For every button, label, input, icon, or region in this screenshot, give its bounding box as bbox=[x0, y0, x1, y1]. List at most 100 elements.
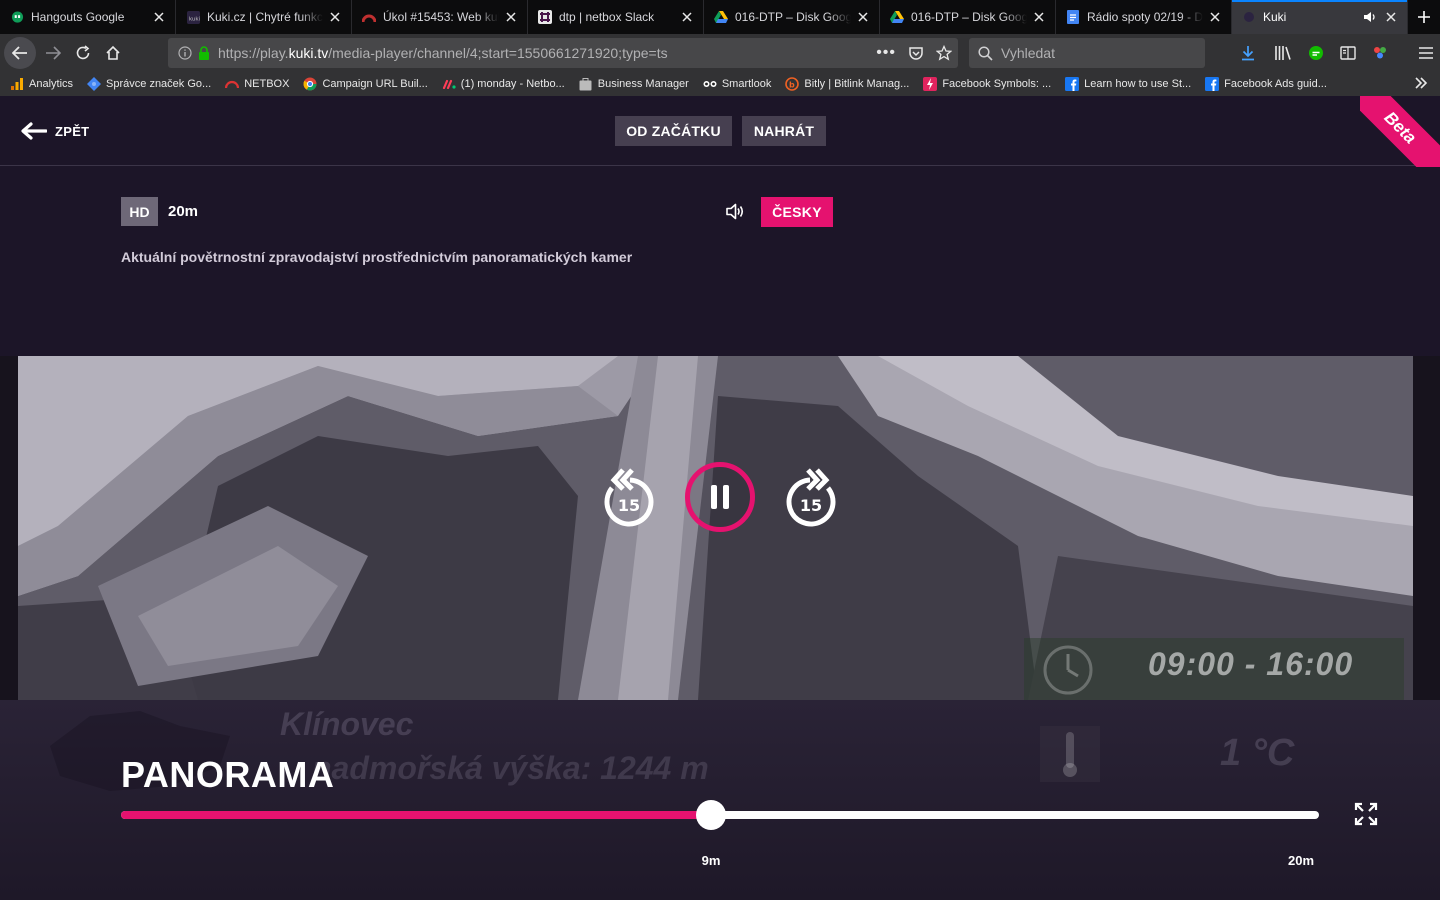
facebook-icon bbox=[1205, 77, 1220, 91]
fullscreen-icon bbox=[1354, 802, 1378, 826]
tab-drive-2[interactable]: 016-DTP – Disk Google bbox=[880, 0, 1056, 34]
close-icon[interactable] bbox=[503, 9, 519, 25]
progress-track[interactable] bbox=[121, 800, 1319, 830]
netbox-icon bbox=[225, 77, 240, 91]
tab-title: dtp | netbox Slack bbox=[559, 10, 655, 24]
facebook-icon bbox=[1065, 77, 1080, 91]
location-overlay: Klínovec bbox=[280, 706, 414, 742]
info-icon[interactable] bbox=[178, 46, 192, 60]
back-link[interactable]: ZPĚT bbox=[20, 122, 89, 140]
arrow-left-icon bbox=[12, 46, 27, 60]
hangouts-icon bbox=[10, 10, 24, 24]
progress-thumb[interactable] bbox=[696, 800, 726, 830]
skip-forward-button[interactable]: 15 bbox=[778, 460, 842, 532]
bookmark-star-icon[interactable] bbox=[936, 45, 952, 61]
more-actions-icon[interactable]: ••• bbox=[876, 44, 896, 62]
end-time: 20m bbox=[1288, 853, 1315, 868]
tab-hangouts[interactable]: Hangouts Google bbox=[0, 0, 176, 34]
reload-button[interactable] bbox=[68, 38, 98, 68]
download-icon[interactable] bbox=[1240, 45, 1256, 61]
tab-title: 016-DTP – Disk Google bbox=[911, 10, 1027, 24]
bookmark-campaign-url[interactable]: Campaign URL Buil... bbox=[303, 77, 428, 91]
extension-colors-icon[interactable] bbox=[1372, 45, 1388, 61]
plus-icon bbox=[1418, 11, 1430, 23]
language-button[interactable]: ČESKY bbox=[761, 197, 833, 227]
close-icon[interactable] bbox=[679, 9, 695, 25]
url-bar[interactable]: https://play.kuki.tv/media-player/channe… bbox=[168, 38, 958, 68]
pocket-icon[interactable] bbox=[908, 46, 924, 61]
bookmark-business-manager[interactable]: Business Manager bbox=[579, 77, 689, 91]
chrome-icon bbox=[303, 77, 317, 91]
fullscreen-button[interactable] bbox=[1354, 802, 1378, 831]
bookmark-bitly[interactable]: b Bitly | Bitlink Manag... bbox=[785, 77, 909, 91]
program-description: Aktuální povětrnostní zpravodajství pros… bbox=[121, 249, 633, 265]
bookmark-facebook-ads[interactable]: Facebook Ads guid... bbox=[1205, 77, 1327, 91]
url-prefix: https://play. bbox=[218, 45, 289, 61]
player-header: ZPĚT OD ZAČÁTKU NAHRÁT Beta bbox=[0, 96, 1440, 176]
new-tab-button[interactable] bbox=[1408, 0, 1440, 34]
bookmark-label: (1) monday - Netbo... bbox=[460, 78, 565, 90]
tab-redmine[interactable]: Úkol #15453: Web kuki bbox=[352, 0, 528, 34]
bookmark-label: Správce značek Go... bbox=[106, 78, 212, 90]
record-button[interactable]: NAHRÁT bbox=[742, 116, 826, 146]
skip-back-button[interactable]: 15 bbox=[598, 460, 662, 532]
from-start-button[interactable]: OD ZAČÁTKU bbox=[615, 116, 732, 146]
bookmark-learn-how[interactable]: Learn how to use St... bbox=[1065, 77, 1191, 91]
bookmark-label: Facebook Symbols: ... bbox=[942, 78, 1052, 90]
extension-chat-icon[interactable] bbox=[1308, 45, 1324, 61]
arrow-right-icon bbox=[46, 46, 61, 60]
home-icon bbox=[106, 45, 120, 60]
close-icon[interactable] bbox=[1031, 9, 1047, 25]
temperature-overlay: 1 °C bbox=[1220, 732, 1295, 774]
bookmark-analytics[interactable]: Analytics bbox=[10, 77, 73, 91]
bookmark-smartlook[interactable]: Smartlook bbox=[703, 77, 771, 91]
altitude-overlay: nadmořská výška: 1244 m bbox=[312, 750, 709, 786]
reader-view-icon[interactable] bbox=[1340, 46, 1356, 60]
skip-back-label: 15 bbox=[618, 496, 640, 515]
hd-badge: HD bbox=[121, 197, 158, 226]
bookmark-label: Analytics bbox=[29, 78, 74, 90]
kuki-icon: kuki bbox=[186, 10, 200, 24]
search-bar[interactable]: Vyhledat bbox=[969, 38, 1205, 68]
tab-docs[interactable]: Rádio spoty 02/19 - Dokumenty bbox=[1056, 0, 1232, 34]
url-host: kuki.tv bbox=[288, 45, 329, 61]
menu-hamburger-icon[interactable] bbox=[1418, 46, 1434, 60]
bookmarks-overflow-icon[interactable] bbox=[1414, 77, 1428, 89]
tab-drive-1[interactable]: 016-DTP – Disk Google bbox=[704, 0, 880, 34]
library-icon[interactable] bbox=[1274, 45, 1292, 61]
svg-text:kuki: kuki bbox=[188, 16, 199, 22]
forward-button[interactable] bbox=[38, 38, 68, 68]
monday-icon bbox=[442, 77, 456, 91]
close-icon[interactable] bbox=[1383, 9, 1399, 25]
back-button[interactable] bbox=[4, 37, 36, 69]
close-icon[interactable] bbox=[327, 9, 343, 25]
tab-title: Kuki bbox=[1263, 10, 1287, 24]
show-title: PANORAMA bbox=[121, 754, 335, 795]
close-icon[interactable] bbox=[151, 9, 167, 25]
clock-icon bbox=[1043, 645, 1093, 695]
speaker-icon[interactable] bbox=[1363, 11, 1379, 23]
bookmark-monday[interactable]: (1) monday - Netbo... bbox=[442, 77, 565, 91]
navigation-toolbar: https://play.kuki.tv/media-player/channe… bbox=[0, 34, 1440, 72]
search-icon bbox=[978, 45, 993, 61]
audio-icon bbox=[725, 203, 745, 225]
bookmark-tag-manager[interactable]: Správce značek Go... bbox=[87, 77, 211, 91]
bookmark-label: NETBOX bbox=[244, 78, 290, 90]
bookmark-label: Campaign URL Buil... bbox=[322, 78, 428, 90]
bookmark-netbox[interactable]: NETBOX bbox=[225, 77, 289, 91]
bookmark-facebook-symbols[interactable]: Facebook Symbols: ... bbox=[923, 77, 1051, 91]
tab-slack[interactable]: dtp | netbox Slack bbox=[528, 0, 704, 34]
tab-kuki-active[interactable]: Kuki bbox=[1232, 0, 1408, 34]
tab-title: 016-DTP – Disk Google bbox=[735, 10, 851, 24]
close-icon[interactable] bbox=[855, 9, 871, 25]
close-icon[interactable] bbox=[1207, 9, 1223, 25]
svg-text:b: b bbox=[789, 81, 795, 90]
video-player[interactable]: 09:00 - 16:00 Klínovec nadmořská výška: … bbox=[0, 356, 1440, 900]
tab-title: Kuki.cz | Chytré funkce bbox=[207, 10, 323, 24]
thermometer-icon bbox=[1040, 726, 1100, 782]
tab-kuki-cz[interactable]: kuki Kuki.cz | Chytré funkce bbox=[176, 0, 352, 34]
google-drive-icon bbox=[890, 10, 904, 24]
kuki-player-page: ZPĚT OD ZAČÁTKU NAHRÁT Beta HD 20m ČESKY… bbox=[0, 96, 1440, 900]
home-button[interactable] bbox=[98, 38, 128, 68]
pause-button[interactable] bbox=[685, 462, 755, 532]
